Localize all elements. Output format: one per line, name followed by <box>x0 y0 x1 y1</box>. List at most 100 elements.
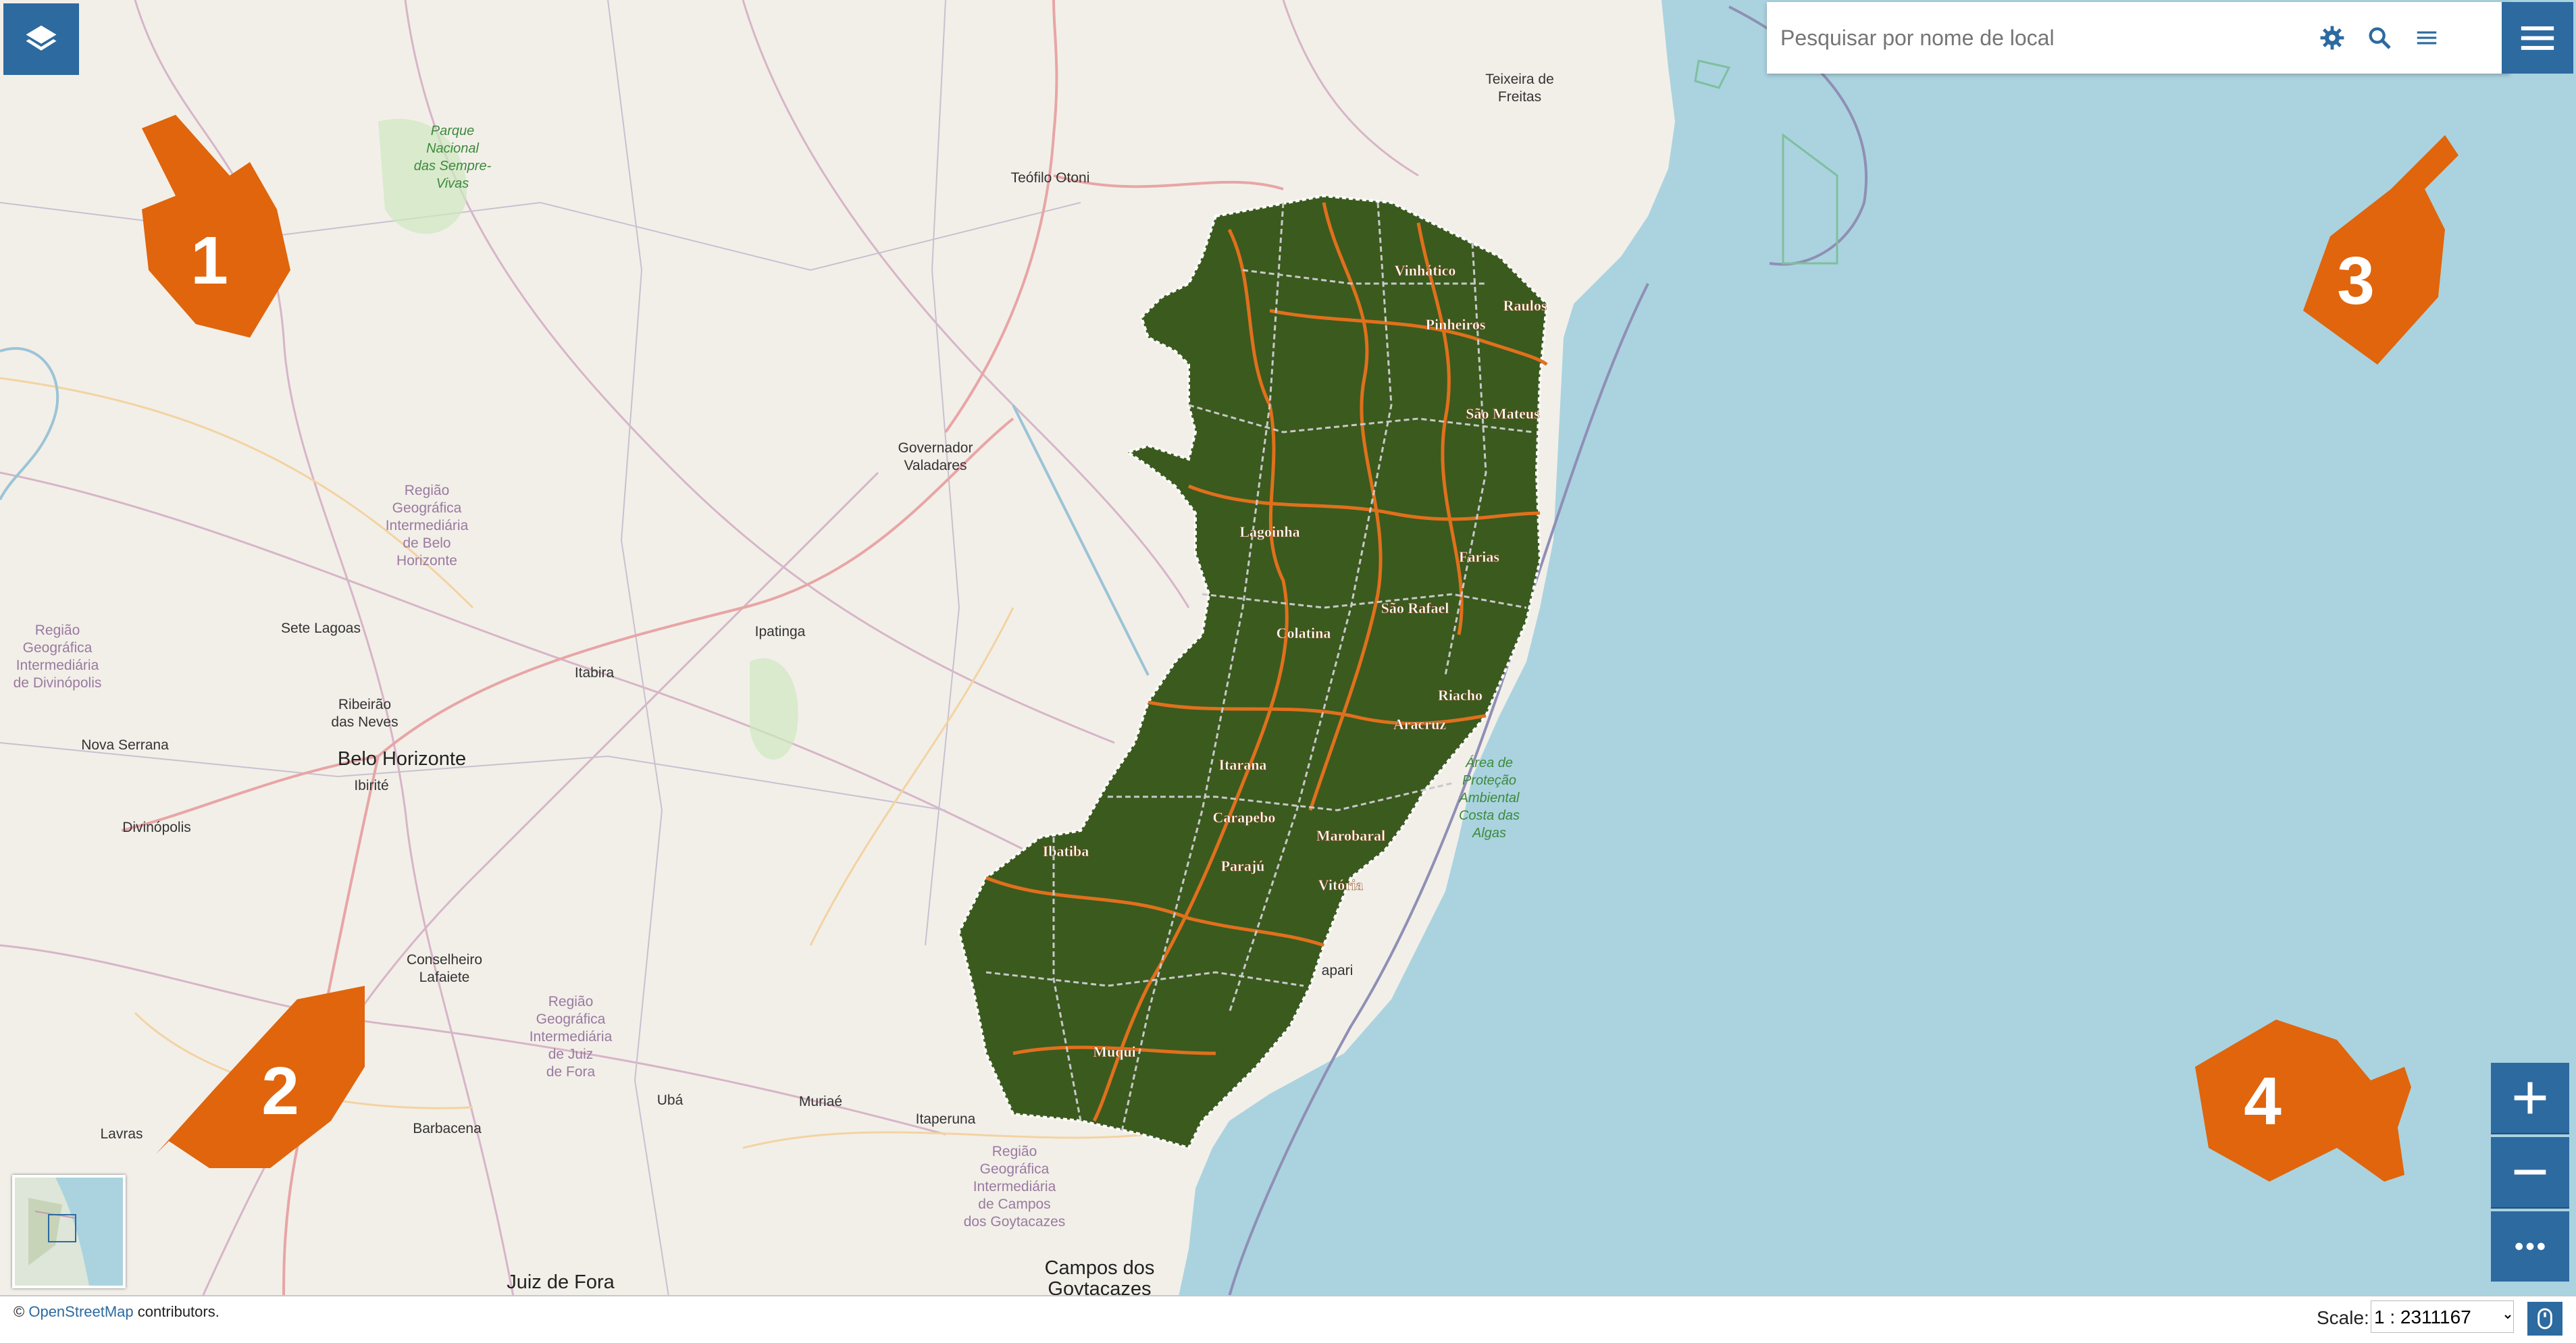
label-governador-2: Valadares <box>904 458 967 473</box>
label-juiz-de-fora: Juiz de Fora <box>507 1271 615 1293</box>
label-governador-1: Governador <box>898 440 973 456</box>
list-icon <box>2417 31 2437 45</box>
label-colatina: Colatina <box>1277 625 1331 641</box>
label-aracruz: Aracruz <box>1393 716 1446 733</box>
label-farias: Farias <box>1459 548 1499 565</box>
label-ipatinga: Ipatinga <box>755 624 806 639</box>
label-ibatiba: Ibatiba <box>1043 843 1089 860</box>
label-ibirite: Ibirité <box>354 778 388 793</box>
label-conselheiro-1: Conselheiro <box>407 952 482 968</box>
label-apa-4: Costa das <box>1459 808 1520 823</box>
hamburger-icon <box>2521 26 2554 50</box>
layers-button[interactable] <box>3 3 79 75</box>
label-park-4: Vivas <box>436 176 469 191</box>
label-reg-bh-4: de Belo <box>403 535 450 551</box>
zoom-out-button[interactable] <box>2491 1137 2569 1209</box>
label-reg-cg-4: de Campos <box>978 1196 1050 1212</box>
label-park-2: Nacional <box>426 141 479 156</box>
label-itarana: Itarana <box>1219 756 1267 773</box>
map-canvas[interactable]: Vinhático Raulos Pinheiros São Mateus La… <box>0 0 2576 1342</box>
callout-number-4: 4 <box>2244 1063 2282 1139</box>
scale-select[interactable]: 1 : 2311167 <box>2371 1300 2514 1333</box>
label-reg-bh-5: Horizonte <box>396 553 457 569</box>
label-ribeirao-1: Ribeirão <box>338 697 391 712</box>
label-reg-div-4: de Divinópolis <box>14 675 102 691</box>
label-sao-rafael: São Rafael <box>1381 600 1449 616</box>
label-parajn: Parajú <box>1221 858 1265 874</box>
main-menu-button[interactable] <box>2502 2 2573 74</box>
search-icon <box>2369 27 2391 49</box>
zoom-in-button[interactable] <box>2491 1063 2569 1134</box>
attribution-suffix: contributors. <box>137 1303 220 1320</box>
scale-label: Scale: <box>2317 1307 2369 1328</box>
label-reg-cg-1: Região <box>992 1144 1037 1159</box>
label-belo-horizonte: Belo Horizonte <box>338 748 466 770</box>
label-vitoria: Vitória <box>1318 876 1363 893</box>
minus-icon <box>2514 1169 2546 1175</box>
callout-number-2: 2 <box>261 1053 299 1129</box>
label-apa-1: Área de <box>1465 755 1513 770</box>
label-itabira: Itabira <box>575 665 615 681</box>
label-reg-jf-2: Geográfica <box>536 1011 606 1027</box>
label-teofilo: Teófilo Otoni <box>1011 170 1090 186</box>
attribution: © OpenStreetMap contributors. <box>14 1303 220 1321</box>
label-reg-bh-2: Geográfica <box>392 500 462 516</box>
attribution-link[interactable]: OpenStreetMap <box>28 1303 133 1320</box>
mouse-position-button[interactable] <box>2527 1302 2562 1336</box>
label-marobabal: Marobaral <box>1316 827 1385 844</box>
list-button[interactable] <box>2403 14 2450 61</box>
label-lagoinha: Lagoinha <box>1239 523 1299 540</box>
label-vinhatico: Vinhático <box>1395 262 1456 279</box>
search-button[interactable] <box>2356 14 2403 61</box>
label-apa-3: Ambiental <box>1459 791 1520 806</box>
label-teixeira-1: Teixeira de <box>1485 72 1554 87</box>
label-reg-div-2: Geográfica <box>23 640 93 656</box>
callout-number-3: 3 <box>2337 243 2375 319</box>
label-nova-serrana: Nova Serrana <box>81 737 169 753</box>
label-itaperuna: Itaperuna <box>916 1111 976 1127</box>
label-lavras: Lavras <box>100 1126 143 1142</box>
more-tools-button[interactable] <box>2491 1211 2569 1282</box>
label-raulos: Raulos <box>1503 297 1547 314</box>
search-input[interactable] <box>1779 24 2309 51</box>
label-reg-jf-4: de Juiz <box>548 1047 594 1062</box>
label-reg-jf-1: Região <box>548 994 594 1009</box>
label-reg-cg-3: Intermediária <box>973 1179 1056 1194</box>
mouse-icon <box>2538 1308 2552 1329</box>
label-sao-mateus: São Mateus <box>1466 405 1540 422</box>
gear-icon <box>2320 26 2344 50</box>
settings-button[interactable] <box>2309 14 2356 61</box>
label-muqui: Muqui <box>1093 1043 1136 1060</box>
footer-bar: © OpenStreetMap contributors. Scale: 1 :… <box>0 1295 2576 1343</box>
search-bar <box>1767 2 2510 74</box>
label-reg-bh-3: Intermediária <box>386 518 469 533</box>
label-reg-div-3: Intermediária <box>16 658 99 673</box>
layers-icon <box>26 25 57 51</box>
label-sete-lagoas: Sete Lagoas <box>281 621 361 636</box>
label-park-1: Parque <box>431 124 475 138</box>
label-reg-jf-5: de Fora <box>546 1064 596 1080</box>
label-barbacena: Barbacena <box>413 1121 482 1136</box>
label-conselheiro-2: Lafaiete <box>419 970 470 985</box>
label-reg-jf-3: Intermediária <box>530 1029 613 1045</box>
label-carapebo: Carapebo <box>1213 809 1276 826</box>
label-muriae: Muriaé <box>799 1094 842 1109</box>
label-teixeira-2: Freitas <box>1498 89 1541 105</box>
label-reg-div-1: Região <box>35 623 80 638</box>
label-divinopolis: Divinópolis <box>122 820 191 835</box>
callout-number-1: 1 <box>190 223 228 298</box>
label-apa-2: Proteção <box>1462 773 1516 788</box>
overview-map[interactable] <box>12 1175 126 1288</box>
label-park-3: das Sempre- <box>414 159 492 174</box>
label-pinheiros: Pinheiros <box>1426 316 1486 333</box>
label-campos-1: Campos dos <box>1045 1257 1155 1279</box>
label-reg-cg-5: dos Goytacazes <box>964 1214 1066 1230</box>
label-reg-bh-1: Região <box>405 483 450 498</box>
overview-map-thumbnail <box>15 1178 123 1286</box>
label-riacho: Riacho <box>1438 687 1483 704</box>
attribution-prefix: © <box>14 1303 25 1320</box>
label-reg-cg-2: Geográfica <box>980 1161 1050 1177</box>
label-uba: Ubá <box>657 1092 684 1108</box>
label-marataizes-partial: apari <box>1322 963 1354 978</box>
label-ribeirao-2: das Neves <box>331 714 398 730</box>
